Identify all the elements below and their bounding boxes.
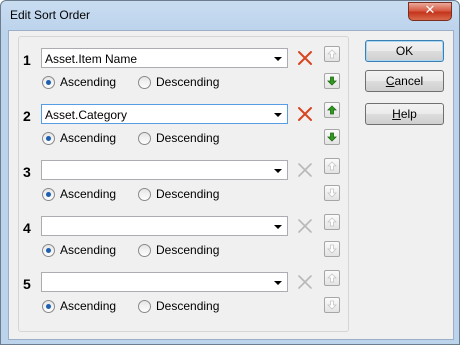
move-down-button-4[interactable] <box>324 241 340 257</box>
remove-icon[interactable] <box>297 50 313 66</box>
help-button-label: elp <box>400 107 417 121</box>
sort-level-number: 3 <box>23 164 31 180</box>
descending-label: Descending <box>156 131 220 145</box>
ascending-label: Ascending <box>60 299 117 313</box>
ascending-label: Ascending <box>60 75 117 89</box>
sort-level-number: 1 <box>23 52 31 68</box>
move-down-button-2[interactable] <box>324 129 340 145</box>
chevron-down-icon[interactable] <box>274 57 282 61</box>
remove-icon[interactable] <box>297 106 313 122</box>
chevron-down-icon[interactable] <box>274 113 282 117</box>
sort-field-dropdown-3[interactable] <box>41 160 288 180</box>
ascending-label: Ascending <box>60 243 117 257</box>
sort-level-row-4: 4 Ascending Descending <box>19 209 348 265</box>
sort-level-row-3: 3 Ascending Descending <box>19 153 348 209</box>
chevron-down-icon[interactable] <box>274 225 282 229</box>
descending-label: Descending <box>156 187 220 201</box>
sort-field-dropdown-5[interactable] <box>41 272 288 292</box>
cancel-button[interactable]: Cancel <box>365 70 444 92</box>
help-accelerator: H <box>392 107 401 121</box>
arrow-up-icon <box>327 105 337 115</box>
dialog-title: Edit Sort Order <box>10 8 91 22</box>
sort-level-row-2: 2 Asset.Category Ascending Descending <box>19 97 348 153</box>
sort-level-number: 4 <box>23 220 31 236</box>
cancel-button-label: ancel <box>394 74 424 88</box>
title-bar: Edit Sort Order ✕ <box>1 1 459 31</box>
arrow-down-icon <box>327 300 337 310</box>
arrow-down-icon <box>327 132 337 142</box>
move-down-button-1[interactable] <box>324 73 340 89</box>
descending-label: Descending <box>156 299 220 313</box>
ascending-label: Ascending <box>60 131 117 145</box>
move-down-button-3[interactable] <box>324 185 340 201</box>
descending-label: Descending <box>156 243 220 257</box>
sort-level-row-5: 5 Ascending Descending <box>19 265 348 321</box>
sort-field-value: Asset.Item Name <box>45 52 138 66</box>
close-icon: ✕ <box>424 3 436 18</box>
move-up-button-3[interactable] <box>324 158 340 174</box>
arrow-up-icon <box>327 161 337 171</box>
sort-level-number: 5 <box>23 276 31 292</box>
arrow-up-icon <box>327 49 337 59</box>
arrow-up-icon <box>327 273 337 283</box>
sort-field-value: Asset.Category <box>45 108 128 122</box>
sort-field-dropdown-4[interactable] <box>41 216 288 236</box>
move-up-button-1[interactable] <box>324 46 340 62</box>
sort-levels-panel: 1 Asset.Item Name Ascending Descending 2… <box>18 36 349 332</box>
move-up-button-4[interactable] <box>324 214 340 230</box>
arrow-down-icon <box>327 244 337 254</box>
sort-level-number: 2 <box>23 108 31 124</box>
descending-label: Descending <box>156 75 220 89</box>
chevron-down-icon[interactable] <box>274 169 282 173</box>
chevron-down-icon[interactable] <box>274 281 282 285</box>
edit-sort-order-dialog: Edit Sort Order ✕ 1 Asset.Item Name Asce… <box>0 0 460 345</box>
sort-field-dropdown-1[interactable]: Asset.Item Name <box>41 48 288 68</box>
move-up-button-5[interactable] <box>324 270 340 286</box>
ok-button-label: OK <box>395 44 414 58</box>
remove-icon[interactable] <box>297 274 313 290</box>
arrow-down-icon <box>327 188 337 198</box>
arrow-up-icon <box>327 217 337 227</box>
remove-icon[interactable] <box>297 218 313 234</box>
move-down-button-5[interactable] <box>324 297 340 313</box>
sort-field-dropdown-2[interactable]: Asset.Category <box>41 104 288 124</box>
ok-button[interactable]: OK <box>365 40 444 62</box>
dialog-client-area: 1 Asset.Item Name Ascending Descending 2… <box>8 30 454 340</box>
arrow-down-icon <box>327 76 337 86</box>
remove-icon[interactable] <box>297 162 313 178</box>
sort-level-row-1: 1 Asset.Item Name Ascending Descending <box>19 41 348 97</box>
close-button[interactable]: ✕ <box>408 2 452 21</box>
help-button[interactable]: Help <box>365 103 444 125</box>
ascending-label: Ascending <box>60 187 117 201</box>
move-up-button-2[interactable] <box>324 102 340 118</box>
